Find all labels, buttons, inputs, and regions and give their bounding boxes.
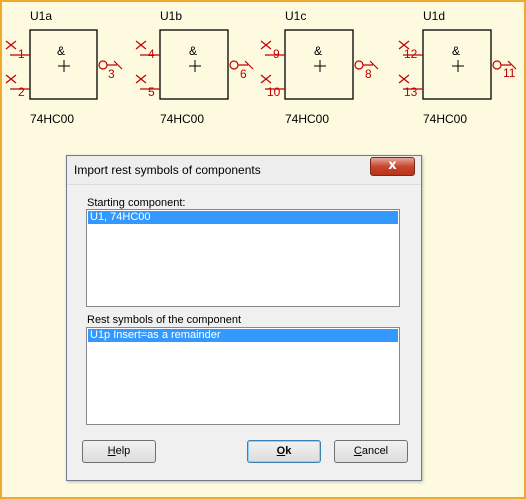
schematic: U1a & 1 2 3 74HC00 U1b & 4 5 6 74HC00 U1… xyxy=(5,9,517,126)
pin-number: 12 xyxy=(404,47,418,61)
button-label: k xyxy=(285,445,292,457)
inversion-bubble xyxy=(229,60,239,70)
pin-number: 4 xyxy=(148,47,155,61)
starting-component-list[interactable]: U1, 74HC00 xyxy=(86,209,400,307)
ok-button[interactable]: Ok xyxy=(247,440,321,463)
gate-ref-label: U1a xyxy=(30,9,52,23)
pin-number: 11 xyxy=(503,66,516,80)
part-label: 74HC00 xyxy=(423,112,467,126)
pin-number: 6 xyxy=(240,67,247,81)
rest-symbols-label: Rest symbols of the component xyxy=(87,314,242,326)
and-symbol: & xyxy=(314,44,322,58)
list-item[interactable]: U1p Insert=as a remainder xyxy=(88,329,398,342)
inversion-bubble xyxy=(98,60,108,70)
gate-u1a[interactable]: U1a & 1 2 3 74HC00 xyxy=(5,9,123,126)
pin-number: 2 xyxy=(18,85,25,99)
gate-ref-label: U1d xyxy=(423,9,445,23)
part-label: 74HC00 xyxy=(160,112,204,126)
pin-number: 13 xyxy=(404,85,418,99)
gate-ref-label: U1c xyxy=(285,9,306,23)
part-label: 74HC00 xyxy=(30,112,74,126)
import-rest-symbols-dialog: Import rest symbols of components x Star… xyxy=(66,155,422,481)
inversion-bubble xyxy=(492,60,502,70)
close-icon: x xyxy=(388,158,397,173)
starting-component-label: Starting component: xyxy=(87,197,186,209)
help-button[interactable]: Help xyxy=(82,440,156,463)
list-item[interactable]: U1, 74HC00 xyxy=(88,211,398,224)
cancel-button[interactable]: Cancel xyxy=(334,440,408,463)
and-symbol: & xyxy=(189,44,197,58)
button-label: ancel xyxy=(361,445,389,457)
gate-body xyxy=(159,29,229,100)
hysteresis-icon xyxy=(452,60,464,72)
pin-number: 8 xyxy=(365,67,372,81)
gate-u1d[interactable]: U1d & 12 13 11 74HC00 xyxy=(398,9,517,126)
gate-body xyxy=(284,29,354,100)
dialog-titlebar[interactable]: Import rest symbols of components x xyxy=(67,156,421,185)
and-symbol: & xyxy=(452,44,460,58)
gate-u1b[interactable]: U1b & 4 5 6 74HC00 xyxy=(135,9,254,126)
pin-number: 5 xyxy=(148,85,155,99)
inversion-bubble xyxy=(354,60,364,70)
pin-number: 3 xyxy=(108,67,115,81)
pin-number: 9 xyxy=(273,47,280,61)
gate-body xyxy=(422,29,492,100)
part-label: 74HC00 xyxy=(285,112,329,126)
pin-number: 1 xyxy=(18,47,25,61)
and-symbol: & xyxy=(57,44,65,58)
dialog-title: Import rest symbols of components xyxy=(74,163,261,177)
mnemonic: O xyxy=(276,445,286,457)
button-label: elp xyxy=(115,445,131,457)
hysteresis-icon xyxy=(189,60,201,72)
hysteresis-icon xyxy=(314,60,326,72)
hysteresis-icon xyxy=(58,60,70,72)
mnemonic: H xyxy=(107,445,116,457)
pin-number: 10 xyxy=(267,85,281,99)
rest-symbols-list[interactable]: U1p Insert=as a remainder xyxy=(86,327,400,425)
close-button[interactable]: x xyxy=(370,157,415,176)
gate-ref-label: U1b xyxy=(160,9,182,23)
gate-u1c[interactable]: U1c & 9 10 8 74HC00 xyxy=(260,9,379,126)
mnemonic: C xyxy=(353,445,362,457)
